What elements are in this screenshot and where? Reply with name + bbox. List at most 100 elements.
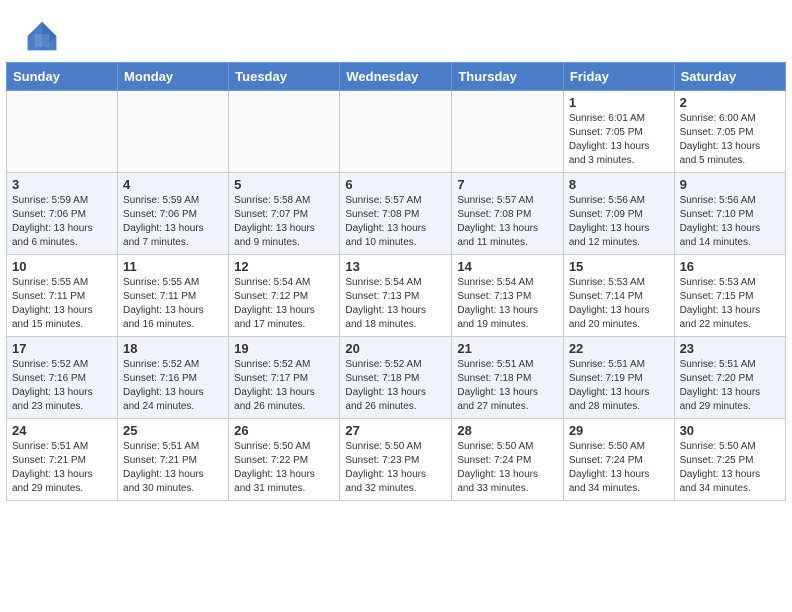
day-info: Sunrise: 5:50 AMSunset: 7:24 PMDaylight:…	[457, 440, 557, 496]
calendar-cell: 25Sunrise: 5:51 AMSunset: 7:21 PMDayligh…	[118, 419, 229, 501]
day-number: 22	[569, 341, 669, 356]
calendar-cell: 30 Sunrise: 5:50 AMSunset: 7:25 PMDayligh…	[674, 419, 785, 501]
day-number: 1	[569, 95, 669, 110]
day-number: 5	[234, 177, 334, 192]
day-number: 14	[457, 259, 557, 274]
calendar-cell: 13 Sunrise: 5:54 AMSunset: 7:13 PMDayligh…	[340, 255, 452, 337]
day-number: 26	[234, 423, 334, 438]
calendar-cell: 23Sunrise: 5:51 AMSunset: 7:20 PMDayligh…	[674, 337, 785, 419]
calendar-cell: 20 Sunrise: 5:52 AMSunset: 7:18 PMDayligh…	[340, 337, 452, 419]
day-number: 10	[12, 259, 112, 274]
weekday-header-row: SundayMondayTuesdayWednesdayThursdayFrid…	[7, 63, 786, 91]
day-info: Sunrise: 5:55 AMSunset: 7:11 PMDaylight:…	[123, 276, 223, 332]
day-info: Sunrise: 6:01 AMSunset: 7:05 PMDaylight:…	[569, 112, 669, 168]
day-number: 27	[345, 423, 446, 438]
day-info: Sunrise: 5:54 AMSunset: 7:12 PMDaylight:…	[234, 276, 334, 332]
day-info: Sunrise: 5:51 AMSunset: 7:21 PMDaylight:…	[12, 440, 112, 496]
day-number: 20	[345, 341, 446, 356]
calendar-cell: 21 Sunrise: 5:51 AMSunset: 7:18 PMDayligh…	[452, 337, 563, 419]
day-number: 21	[457, 341, 557, 356]
calendar-cell: 22 Sunrise: 5:51 AMSunset: 7:19 PMDayligh…	[563, 337, 674, 419]
calendar-cell: 1 Sunrise: 6:01 AMSunset: 7:05 PMDaylight…	[563, 91, 674, 173]
day-info: Sunrise: 5:53 AMSunset: 7:15 PMDaylight:…	[680, 276, 780, 332]
day-number: 7	[457, 177, 557, 192]
day-number: 30	[680, 423, 780, 438]
day-number: 13	[345, 259, 446, 274]
calendar-cell: 17 Sunrise: 5:52 AMSunset: 7:16 PMDayligh…	[7, 337, 118, 419]
calendar-cell: 4 Sunrise: 5:59 AMSunset: 7:06 PMDaylight…	[118, 173, 229, 255]
calendar-cell: 26 Sunrise: 5:50 AMSunset: 7:22 PMDayligh…	[229, 419, 340, 501]
calendar-cell: 7 Sunrise: 5:57 AMSunset: 7:08 PMDaylight…	[452, 173, 563, 255]
calendar-container: SundayMondayTuesdayWednesdayThursdayFrid…	[0, 62, 792, 507]
page-header	[0, 0, 792, 62]
day-number: 6	[345, 177, 446, 192]
day-number: 9	[680, 177, 780, 192]
day-number: 15	[569, 259, 669, 274]
calendar-header: SundayMondayTuesdayWednesdayThursdayFrid…	[7, 63, 786, 91]
day-number: 12	[234, 259, 334, 274]
logo-icon	[24, 18, 60, 54]
calendar-cell: 12 Sunrise: 5:54 AMSunset: 7:12 PMDayligh…	[229, 255, 340, 337]
day-number: 16	[680, 259, 780, 274]
day-info: Sunrise: 5:53 AMSunset: 7:14 PMDaylight:…	[569, 276, 669, 332]
day-number: 3	[12, 177, 112, 192]
calendar-cell: 11 Sunrise: 5:55 AMSunset: 7:11 PMDayligh…	[118, 255, 229, 337]
calendar-body: 1 Sunrise: 6:01 AMSunset: 7:05 PMDaylight…	[7, 91, 786, 501]
calendar-cell: 2 Sunrise: 6:00 AMSunset: 7:05 PMDaylight…	[674, 91, 785, 173]
day-info: Sunrise: 5:57 AMSunset: 7:08 PMDaylight:…	[345, 194, 446, 250]
calendar-cell: 18Sunrise: 5:52 AMSunset: 7:16 PMDayligh…	[118, 337, 229, 419]
calendar-cell: 15 Sunrise: 5:53 AMSunset: 7:14 PMDayligh…	[563, 255, 674, 337]
calendar-cell	[7, 91, 118, 173]
day-info: Sunrise: 5:50 AMSunset: 7:23 PMDaylight:…	[345, 440, 446, 496]
calendar-cell: 14 Sunrise: 5:54 AMSunset: 7:13 PMDayligh…	[452, 255, 563, 337]
day-info: Sunrise: 5:54 AMSunset: 7:13 PMDaylight:…	[345, 276, 446, 332]
calendar-cell: 9 Sunrise: 5:56 AMSunset: 7:10 PMDaylight…	[674, 173, 785, 255]
day-info: Sunrise: 5:58 AMSunset: 7:07 PMDaylight:…	[234, 194, 334, 250]
day-info: Sunrise: 5:52 AMSunset: 7:17 PMDaylight:…	[234, 358, 334, 414]
day-info: Sunrise: 5:51 AMSunset: 7:21 PMDaylight:…	[123, 440, 223, 496]
day-info: Sunrise: 5:52 AMSunset: 7:16 PMDaylight:…	[12, 358, 112, 414]
calendar-cell: 28 Sunrise: 5:50 AMSunset: 7:24 PMDayligh…	[452, 419, 563, 501]
calendar-cell: 6 Sunrise: 5:57 AMSunset: 7:08 PMDaylight…	[340, 173, 452, 255]
calendar-cell: 29Sunrise: 5:50 AMSunset: 7:24 PMDayligh…	[563, 419, 674, 501]
day-info: Sunrise: 5:50 AMSunset: 7:24 PMDaylight:…	[569, 440, 669, 496]
day-number: 2	[680, 95, 780, 110]
day-info: Sunrise: 5:51 AMSunset: 7:19 PMDaylight:…	[569, 358, 669, 414]
calendar-week-5: 24Sunrise: 5:51 AMSunset: 7:21 PMDayligh…	[7, 419, 786, 501]
calendar-cell: 19 Sunrise: 5:52 AMSunset: 7:17 PMDayligh…	[229, 337, 340, 419]
calendar-cell: 16 Sunrise: 5:53 AMSunset: 7:15 PMDayligh…	[674, 255, 785, 337]
weekday-header-monday: Monday	[118, 63, 229, 91]
calendar-cell: 10Sunrise: 5:55 AMSunset: 7:11 PMDayligh…	[7, 255, 118, 337]
calendar-table: SundayMondayTuesdayWednesdayThursdayFrid…	[6, 62, 786, 501]
day-info: Sunrise: 5:56 AMSunset: 7:09 PMDaylight:…	[569, 194, 669, 250]
calendar-cell	[229, 91, 340, 173]
day-info: Sunrise: 5:50 AMSunset: 7:25 PMDaylight:…	[680, 440, 780, 496]
day-number: 19	[234, 341, 334, 356]
day-info: Sunrise: 5:52 AMSunset: 7:18 PMDaylight:…	[345, 358, 446, 414]
day-number: 28	[457, 423, 557, 438]
day-info: Sunrise: 5:51 AMSunset: 7:18 PMDaylight:…	[457, 358, 557, 414]
calendar-cell	[452, 91, 563, 173]
day-number: 4	[123, 177, 223, 192]
calendar-cell	[118, 91, 229, 173]
day-info: Sunrise: 5:50 AMSunset: 7:22 PMDaylight:…	[234, 440, 334, 496]
calendar-cell: 3 Sunrise: 5:59 AMSunset: 7:06 PMDaylight…	[7, 173, 118, 255]
weekday-header-saturday: Saturday	[674, 63, 785, 91]
calendar-cell	[340, 91, 452, 173]
day-number: 17	[12, 341, 112, 356]
weekday-header-tuesday: Tuesday	[229, 63, 340, 91]
day-info: Sunrise: 5:52 AMSunset: 7:16 PMDaylight:…	[123, 358, 223, 414]
day-info: Sunrise: 5:57 AMSunset: 7:08 PMDaylight:…	[457, 194, 557, 250]
day-info: Sunrise: 5:59 AMSunset: 7:06 PMDaylight:…	[12, 194, 112, 250]
calendar-cell: 27 Sunrise: 5:50 AMSunset: 7:23 PMDayligh…	[340, 419, 452, 501]
day-info: Sunrise: 5:56 AMSunset: 7:10 PMDaylight:…	[680, 194, 780, 250]
day-number: 8	[569, 177, 669, 192]
calendar-week-4: 17 Sunrise: 5:52 AMSunset: 7:16 PMDayligh…	[7, 337, 786, 419]
day-info: Sunrise: 5:54 AMSunset: 7:13 PMDaylight:…	[457, 276, 557, 332]
logo	[24, 18, 66, 54]
calendar-cell: 5 Sunrise: 5:58 AMSunset: 7:07 PMDaylight…	[229, 173, 340, 255]
day-number: 11	[123, 259, 223, 274]
calendar-cell: 8 Sunrise: 5:56 AMSunset: 7:09 PMDaylight…	[563, 173, 674, 255]
day-info: Sunrise: 5:59 AMSunset: 7:06 PMDaylight:…	[123, 194, 223, 250]
day-info: Sunrise: 6:00 AMSunset: 7:05 PMDaylight:…	[680, 112, 780, 168]
